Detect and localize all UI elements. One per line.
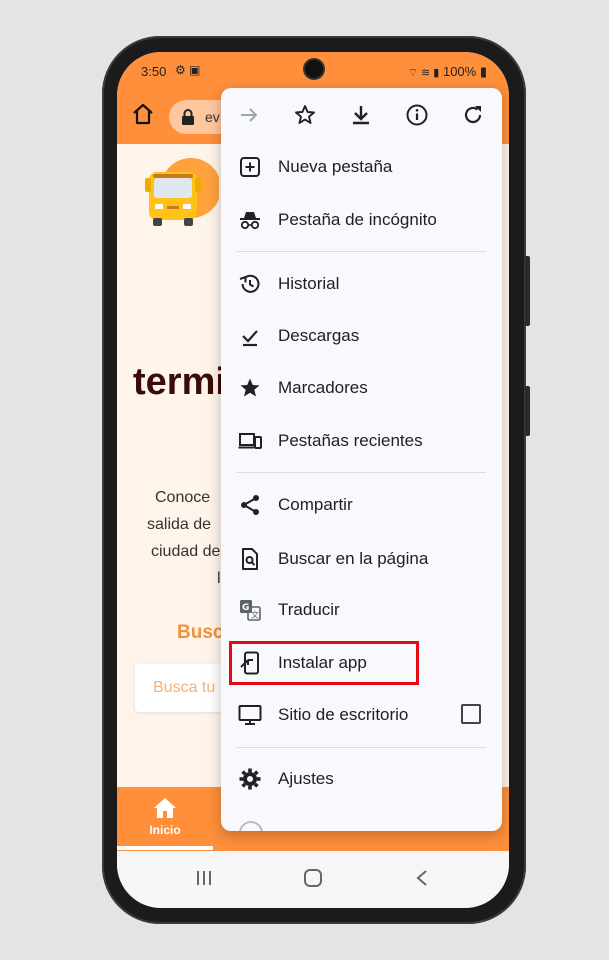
nav-active-indicator (117, 846, 213, 850)
menu-item-translate[interactable]: G 文 Traducir (221, 588, 502, 632)
menu-item-label: Instalar app (278, 653, 367, 672)
menu-item-recent-tabs[interactable]: Pestañas recientes (221, 419, 502, 463)
menu-item-label: Buscar en la página (278, 549, 429, 568)
nav-inicio-label: Inicio (149, 823, 181, 837)
home-icon[interactable] (131, 102, 155, 126)
menu-divider (237, 747, 486, 748)
status-right: ⌔ ≋ ▮ 100% ▮ (408, 64, 487, 80)
menu-item-label: Marcadores (278, 378, 368, 397)
menu-item-label: Historial (278, 274, 340, 293)
settings-icon (239, 768, 261, 790)
history-icon (239, 274, 260, 293)
reload-icon[interactable] (461, 103, 485, 127)
volume-button (525, 256, 530, 326)
download-icon[interactable] (349, 103, 373, 127)
share-icon (241, 495, 259, 515)
browser-overflow-menu: Nueva pestaña Pestaña de incógnito Histo… (221, 88, 502, 831)
info-icon[interactable] (405, 103, 429, 127)
menu-item-bookmarks[interactable]: Marcadores (221, 366, 502, 410)
menu-item-label: Compartir (278, 495, 353, 514)
translate-icon: G 文 (240, 600, 261, 621)
home-button-icon[interactable] (303, 869, 323, 887)
bookmark-star-icon[interactable] (293, 103, 317, 127)
battery-text: 100% (442, 64, 477, 79)
menu-item-install-app[interactable]: Instalar app (221, 641, 502, 685)
menu-item-settings[interactable]: Ajustes (221, 757, 502, 801)
status-bar: 3:50 ⚙ ▣ ⌔ ≋ ▮ 100% ▮ (117, 52, 509, 92)
nav-inicio[interactable]: Inicio (117, 787, 213, 851)
install-app-icon (240, 651, 259, 675)
menu-item-label: Descargas (278, 326, 360, 345)
find-in-page-icon (242, 548, 258, 570)
menu-item-label: Pestañas recientes (278, 431, 423, 450)
menu-item-share[interactable]: Compartir (221, 483, 502, 527)
menu-item-history[interactable]: Historial (221, 262, 502, 306)
svg-text:文: 文 (251, 610, 259, 620)
svg-text:G: G (242, 603, 249, 613)
desktop-site-checkbox[interactable] (461, 704, 481, 724)
system-navigation-bar (117, 851, 509, 908)
back-icon[interactable] (415, 869, 429, 887)
new-tab-icon (240, 157, 260, 177)
forward-icon[interactable] (237, 103, 261, 127)
menu-item-label: Sitio de escritorio (278, 705, 409, 724)
menu-item-incognito[interactable]: Pestaña de incógnito (221, 198, 502, 242)
battery-icon: ▮ (479, 64, 487, 79)
devices-icon (238, 433, 262, 449)
menu-divider (237, 251, 486, 252)
status-notification-icons: ⚙ ▣ (175, 63, 201, 77)
desktop-icon (238, 705, 262, 725)
menu-item-downloads[interactable]: Descargas (221, 314, 502, 358)
power-button (525, 386, 530, 436)
menu-item-label: Ajustes (278, 769, 334, 788)
camera-cutout (305, 60, 323, 78)
menu-item-desktop-site[interactable]: Sitio de escritorio (221, 693, 502, 737)
downloads-icon (242, 330, 258, 347)
menu-item-new-tab[interactable]: Nueva pestaña (221, 145, 502, 189)
bus-logo-icon (145, 158, 219, 226)
search-placeholder: Busca tu (153, 679, 216, 696)
search-heading: Busc (177, 622, 224, 643)
menu-item-label: Pestaña de incógnito (278, 210, 437, 229)
star-icon (240, 378, 260, 397)
lock-icon (182, 109, 194, 125)
menu-item-label: Traducir (278, 600, 340, 619)
menu-item-label: Nueva pestaña (278, 157, 393, 176)
wifi-icon: ⌔ ≋ ▮ (407, 67, 440, 79)
home-icon (154, 798, 176, 818)
url-text: ev (205, 109, 220, 125)
recent-apps-icon[interactable] (195, 869, 213, 887)
menu-partial-item (221, 815, 502, 831)
menu-item-find-in-page[interactable]: Buscar en la página (221, 537, 502, 581)
status-time: 3:50 (141, 64, 167, 79)
menu-toolbar (221, 88, 502, 142)
incognito-icon (240, 212, 260, 230)
menu-divider (237, 472, 486, 473)
